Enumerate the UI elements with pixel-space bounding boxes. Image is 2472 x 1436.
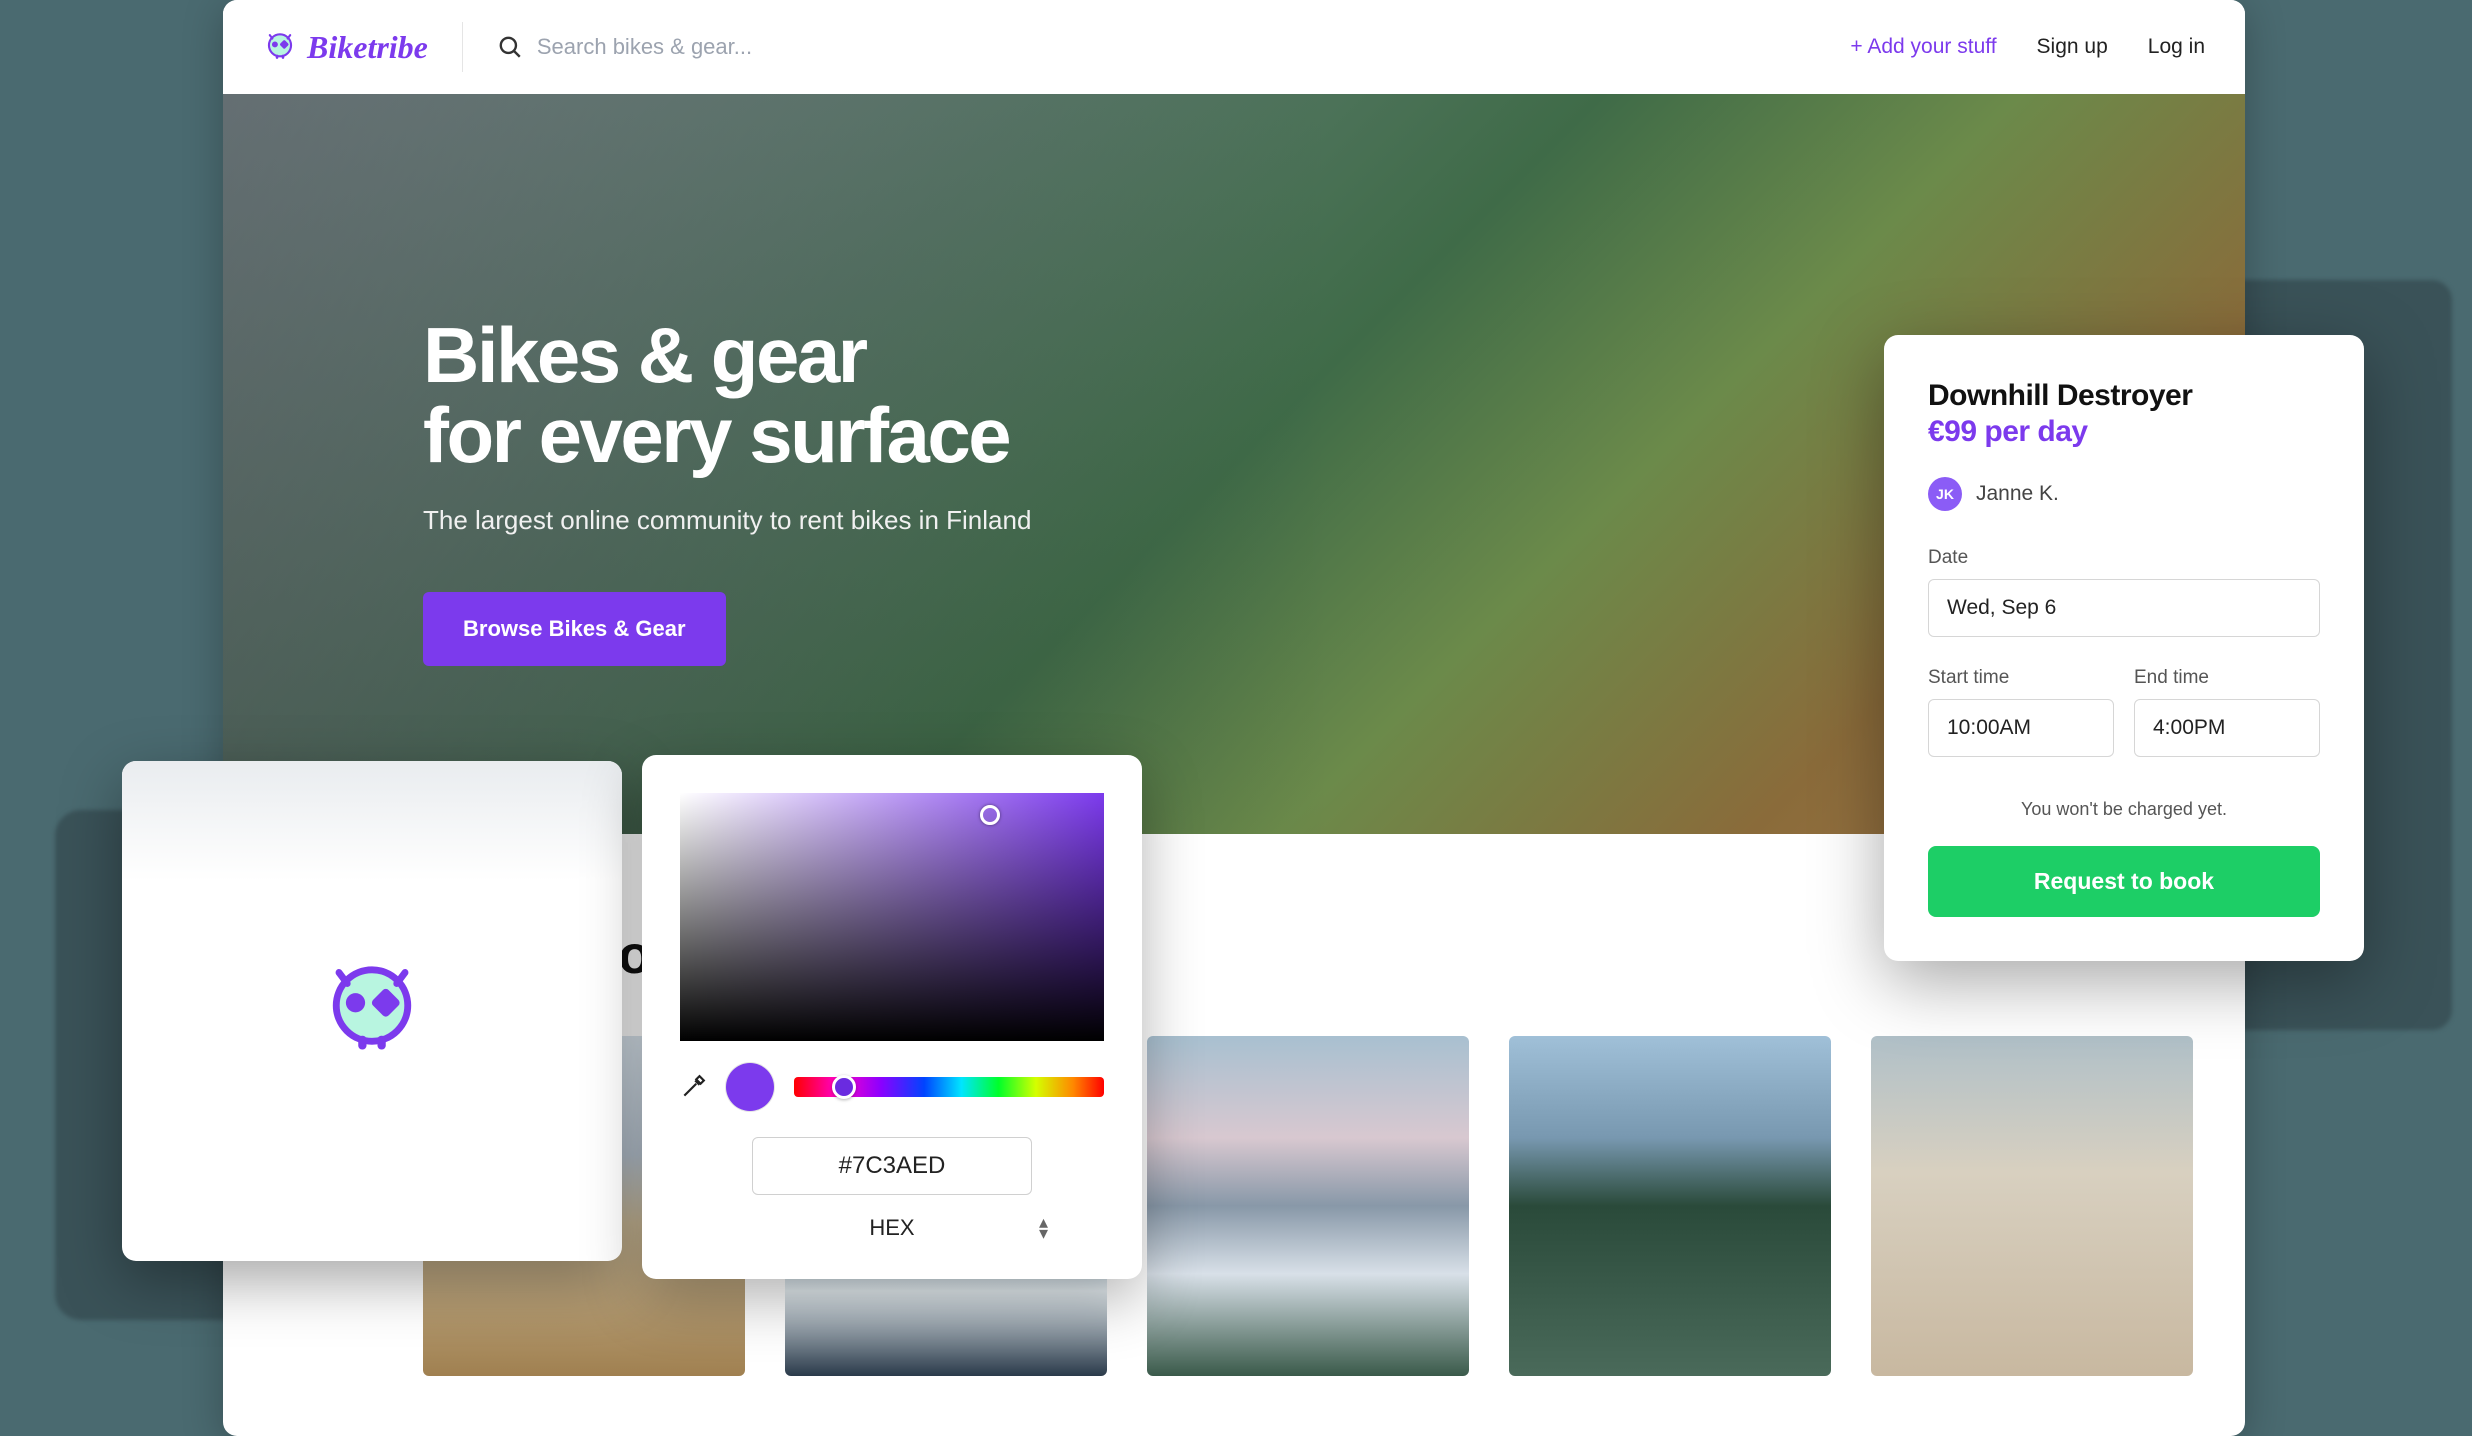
hex-input[interactable]: [752, 1137, 1032, 1195]
format-selector[interactable]: HEX ▴▾: [680, 1215, 1104, 1241]
host-row: JK Janne K.: [1928, 477, 2320, 511]
end-time-field[interactable]: 4:00PM: [2134, 699, 2320, 757]
skull-icon: [263, 30, 297, 64]
eyedropper-icon[interactable]: [680, 1074, 706, 1100]
start-time-field[interactable]: 10:00AM: [1928, 699, 2114, 757]
hue-slider[interactable]: [794, 1077, 1104, 1097]
search-icon: [497, 34, 523, 60]
sv-cursor[interactable]: [980, 805, 1000, 825]
search-input[interactable]: [537, 34, 1037, 60]
search-container: [497, 34, 1851, 60]
hero-title-line1: Bikes & gear: [423, 311, 866, 399]
saturation-value-area[interactable]: [680, 793, 1104, 1041]
start-time-label: Start time: [1928, 667, 2114, 689]
brand-name: Biketribe: [307, 29, 428, 66]
login-link[interactable]: Log in: [2148, 35, 2205, 59]
avatar: JK: [1928, 477, 1962, 511]
format-label: HEX: [869, 1215, 914, 1241]
color-picker: HEX ▴▾: [642, 755, 1142, 1279]
end-time-label: End time: [2134, 667, 2320, 689]
brand-logo[interactable]: Biketribe: [263, 29, 428, 66]
chevron-updown-icon[interactable]: ▴▾: [1039, 1217, 1048, 1239]
hero-title: Bikes & gear for every surface: [423, 316, 1031, 475]
date-field[interactable]: Wed, Sep 6: [1928, 579, 2320, 637]
location-card[interactable]: [1509, 1036, 1831, 1376]
hero-title-line2: for every surface: [423, 391, 1009, 479]
add-stuff-link[interactable]: + Add your stuff: [1850, 35, 1996, 59]
listing-price: €99 per day: [1928, 415, 2320, 449]
hero-subtitle: The largest online community to rent bik…: [423, 505, 1031, 536]
logo-preview-panel: [122, 761, 622, 1261]
booking-card: Downhill Destroyer €99 per day JK Janne …: [1884, 335, 2364, 961]
location-card[interactable]: [1147, 1036, 1469, 1376]
skull-icon: [317, 956, 427, 1066]
date-label: Date: [1928, 547, 2320, 569]
nav-right: + Add your stuff Sign up Log in: [1850, 35, 2205, 59]
panel-gradient-header: [122, 761, 622, 881]
hue-thumb[interactable]: [832, 1075, 856, 1099]
divider: [462, 22, 463, 72]
color-swatch: [726, 1063, 774, 1111]
signup-link[interactable]: Sign up: [2037, 35, 2108, 59]
listing-title: Downhill Destroyer: [1928, 379, 2320, 413]
charge-note: You won't be charged yet.: [1928, 799, 2320, 820]
host-name: Janne K.: [1976, 482, 2059, 506]
browse-button[interactable]: Browse Bikes & Gear: [423, 592, 726, 666]
request-book-button[interactable]: Request to book: [1928, 846, 2320, 917]
topbar: Biketribe + Add your stuff Sign up Log i…: [223, 0, 2245, 94]
location-card[interactable]: [1871, 1036, 2193, 1376]
